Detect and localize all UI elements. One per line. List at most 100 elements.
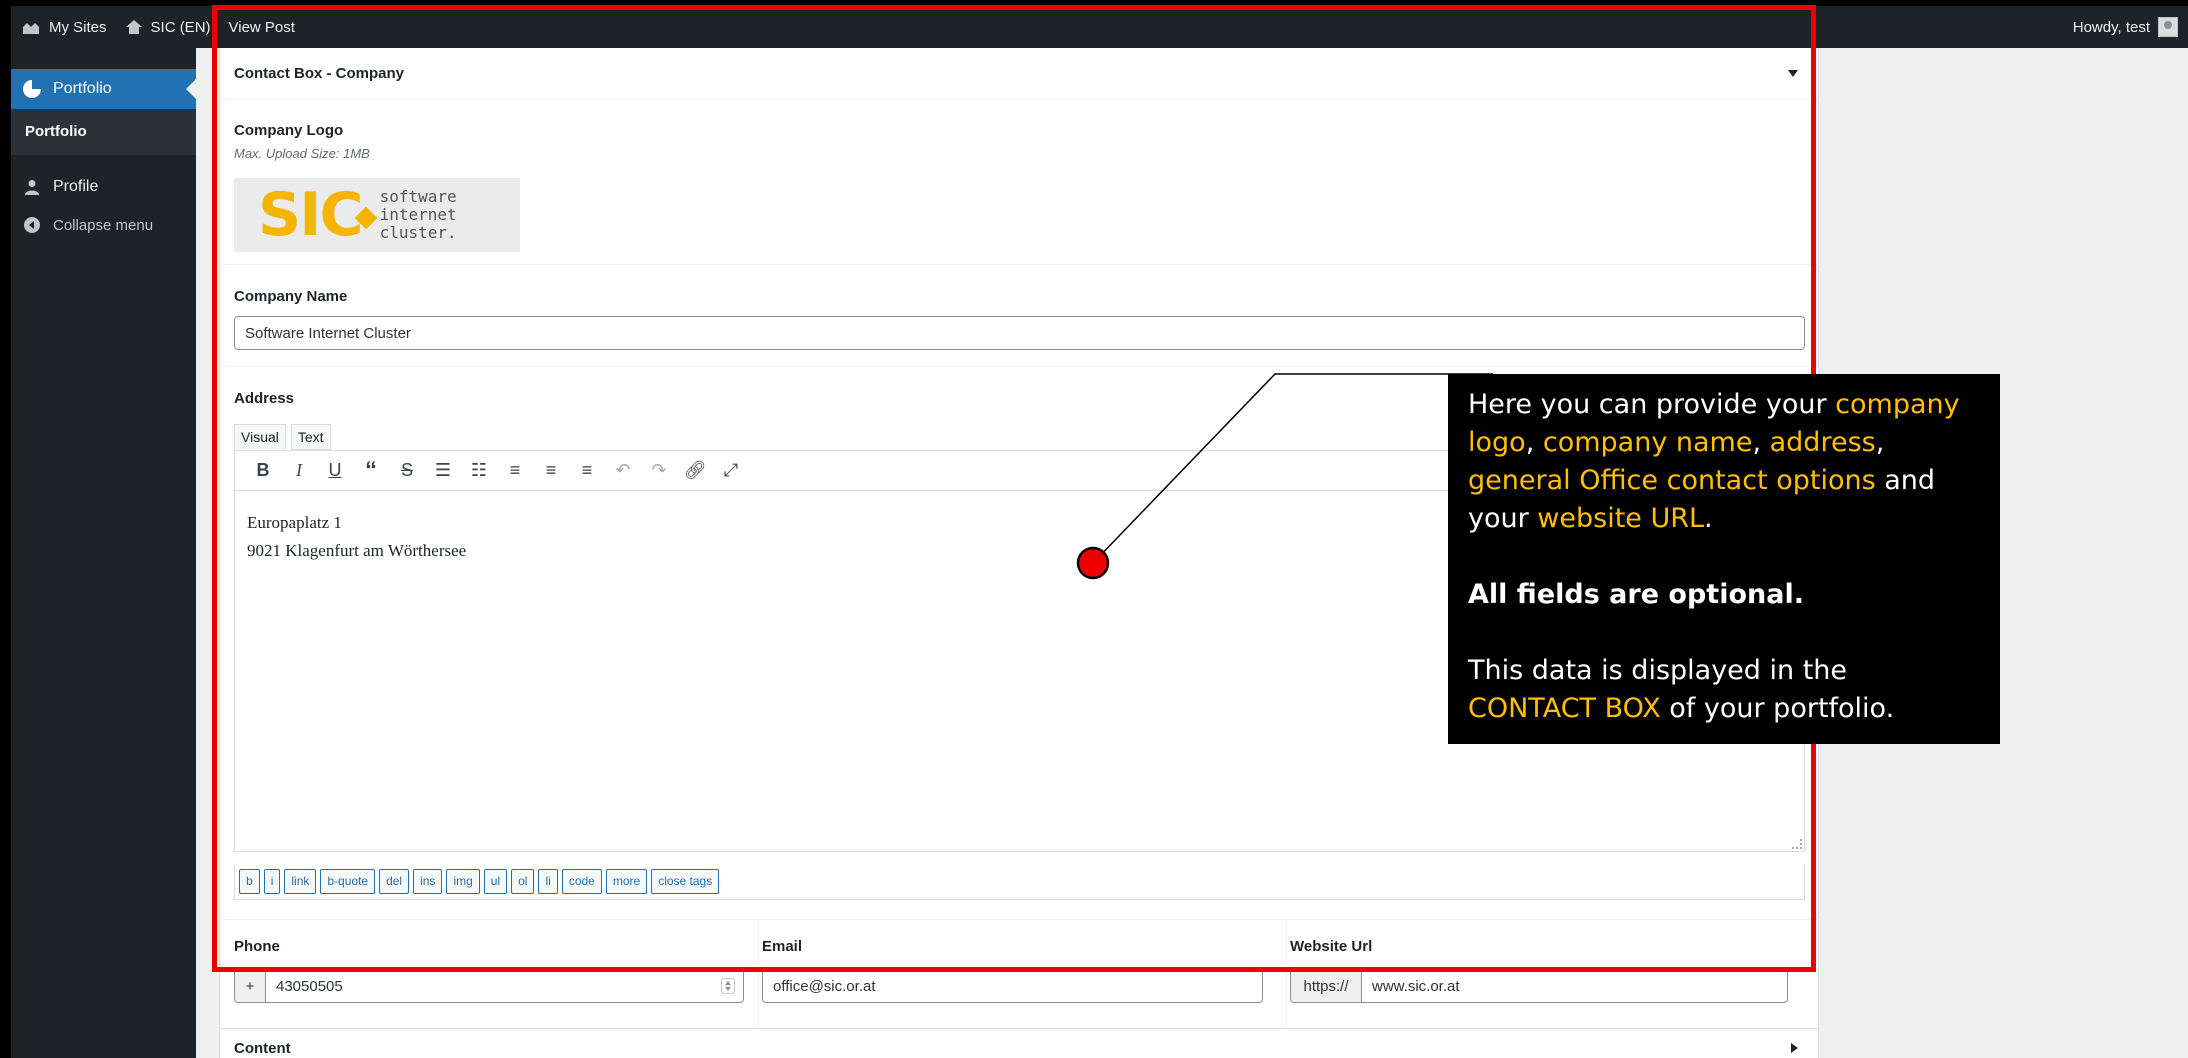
sidebar-subitem-portfolio[interactable]: Portfolio	[11, 109, 196, 155]
address-label: Address	[234, 390, 295, 407]
sidebar-item-profile[interactable]: Profile	[23, 178, 98, 196]
logo-line: cluster.	[379, 223, 457, 242]
company-logo-label: Company Logo	[234, 122, 344, 139]
my-sites-link[interactable]: My Sites	[21, 18, 107, 36]
logo-text-block: software internet cluster.	[380, 188, 457, 242]
company-logo-description: Max. Upload Size: 1MB	[234, 146, 370, 161]
phone-label: Phone	[234, 938, 280, 955]
quicktag-close-tags[interactable]: close tags	[651, 869, 720, 894]
divider	[220, 264, 1820, 265]
quicktag-ol[interactable]: ol	[511, 869, 535, 894]
email-value: office@sic.or.at	[773, 977, 876, 995]
collapse-toggle-icon[interactable]	[1788, 70, 1798, 77]
content-box-title: Content	[234, 1039, 291, 1057]
site-name-link[interactable]: SIC (EN)	[125, 18, 211, 36]
phone-value: 43050505	[276, 977, 343, 995]
align-center-icon[interactable]: ≡	[533, 456, 569, 486]
divider	[220, 919, 1820, 920]
callout-text: Here you can provide your	[1468, 389, 1836, 420]
strikethrough-icon[interactable]: S	[389, 456, 425, 486]
view-post-label: View Post	[228, 18, 295, 36]
site-name-label: SIC (EN)	[150, 18, 211, 36]
admin-bar: My Sites SIC (EN) View Post Howdy, test	[11, 6, 2188, 48]
callout-paragraph: This data is displayed in the CONTACT BO…	[1468, 652, 1980, 728]
phone-prefix: +	[234, 969, 266, 1003]
view-post-link[interactable]: View Post	[229, 19, 295, 36]
sidebar-item-portfolio[interactable]: Portfolio	[11, 69, 196, 109]
expand-toggle-icon[interactable]	[1791, 1043, 1798, 1053]
italic-icon[interactable]: I	[281, 456, 317, 486]
sidebar-subitem-label: Portfolio	[25, 123, 87, 140]
bold-icon[interactable]: B	[245, 456, 281, 486]
blockquote-icon[interactable]: “	[353, 456, 389, 486]
sidebar-item-label: Portfolio	[53, 80, 112, 97]
email-input[interactable]: office@sic.or.at	[762, 969, 1263, 1003]
howdy-label: Howdy, test	[2072, 18, 2150, 36]
tab-visual[interactable]: Visual	[234, 424, 286, 450]
fullscreen-icon[interactable]: ⤢	[713, 456, 749, 486]
numbered-list-icon[interactable]: ☷	[461, 456, 497, 486]
callout-text: ,	[1875, 427, 1885, 458]
quicktag-del[interactable]: del	[379, 869, 410, 894]
user-icon	[23, 178, 41, 196]
quicktags-toolbar: b i link b-quote del ins img ul ol li co…	[234, 864, 1805, 900]
contact-box-title: Contact Box - Company	[234, 65, 405, 82]
number-spinner-icon[interactable]	[721, 978, 735, 994]
website-input[interactable]: www.sic.or.at	[1361, 969, 1788, 1003]
divider	[220, 366, 1820, 367]
website-value: www.sic.or.at	[1372, 977, 1460, 995]
quicktag-i[interactable]: i	[263, 869, 281, 894]
company-name-input[interactable]: Software Internet Cluster	[234, 316, 1805, 350]
admin-sidebar: Portfolio Portfolio Profile Collapse men…	[11, 48, 196, 1058]
callout-highlight: address	[1769, 427, 1876, 458]
quicktag-img[interactable]: img	[446, 869, 480, 894]
collapse-menu-button[interactable]: Collapse menu	[23, 216, 153, 234]
content-box-header[interactable]: Content	[220, 1028, 1820, 1058]
align-left-icon[interactable]: ≡	[497, 456, 533, 486]
callout-text: of your portfolio.	[1660, 693, 1895, 724]
callout-highlight: company name	[1542, 427, 1753, 458]
avatar	[2158, 17, 2178, 37]
callout-highlight: CONTACT BOX	[1468, 693, 1661, 724]
company-name-label: Company Name	[234, 288, 348, 305]
callout-text: ,	[1752, 427, 1770, 458]
align-right-icon[interactable]: ≡	[569, 456, 605, 486]
quicktag-b[interactable]: b	[239, 869, 260, 894]
logo-line: software	[379, 187, 457, 206]
tab-text[interactable]: Text	[290, 424, 331, 450]
logo-mark: SIC	[258, 180, 364, 250]
undo-icon[interactable]: ↶	[605, 456, 641, 486]
underline-icon[interactable]: U	[317, 456, 353, 486]
website-label: Website Url	[1290, 938, 1373, 955]
sidebar-item-label: Profile	[53, 178, 99, 195]
my-sites-icon	[23, 23, 39, 34]
phone-input[interactable]: 43050505	[265, 969, 744, 1003]
my-sites-label: My Sites	[49, 18, 107, 36]
current-menu-arrow	[186, 79, 196, 99]
contact-box-header[interactable]: Contact Box - Company	[220, 48, 1820, 100]
redo-icon[interactable]: ↷	[641, 456, 677, 486]
column-divider	[758, 919, 759, 1025]
collapse-icon	[23, 216, 41, 234]
callout-highlight: general Office contact options	[1468, 465, 1876, 496]
callout-text: .	[1704, 503, 1713, 534]
link-icon[interactable]: 🔗︎	[677, 456, 713, 486]
company-logo-preview[interactable]: SIC software internet cluster.	[234, 178, 520, 252]
quicktag-ins[interactable]: ins	[413, 869, 443, 894]
callout-highlight: website URL	[1537, 503, 1705, 534]
bullet-list-icon[interactable]: ☰	[425, 456, 461, 486]
quicktag-li[interactable]: li	[538, 869, 558, 894]
quicktag-link[interactable]: link	[284, 869, 317, 894]
email-label: Email	[762, 938, 803, 955]
annotation-callout: Here you can provide your company logo, …	[1448, 374, 2000, 744]
company-name-value: Software Internet Cluster	[245, 324, 411, 342]
callout-optional-note: All fields are optional.	[1468, 579, 1804, 610]
quicktag-ul[interactable]: ul	[483, 869, 508, 894]
logo-line: internet	[379, 205, 457, 224]
quicktag-b-quote[interactable]: b-quote	[320, 869, 376, 894]
resize-handle[interactable]	[1792, 839, 1802, 849]
callout-text: This data is displayed in the	[1468, 655, 1848, 686]
account-menu[interactable]: Howdy, test	[2073, 6, 2178, 48]
quicktag-code[interactable]: code	[561, 869, 602, 894]
quicktag-more[interactable]: more	[605, 869, 648, 894]
